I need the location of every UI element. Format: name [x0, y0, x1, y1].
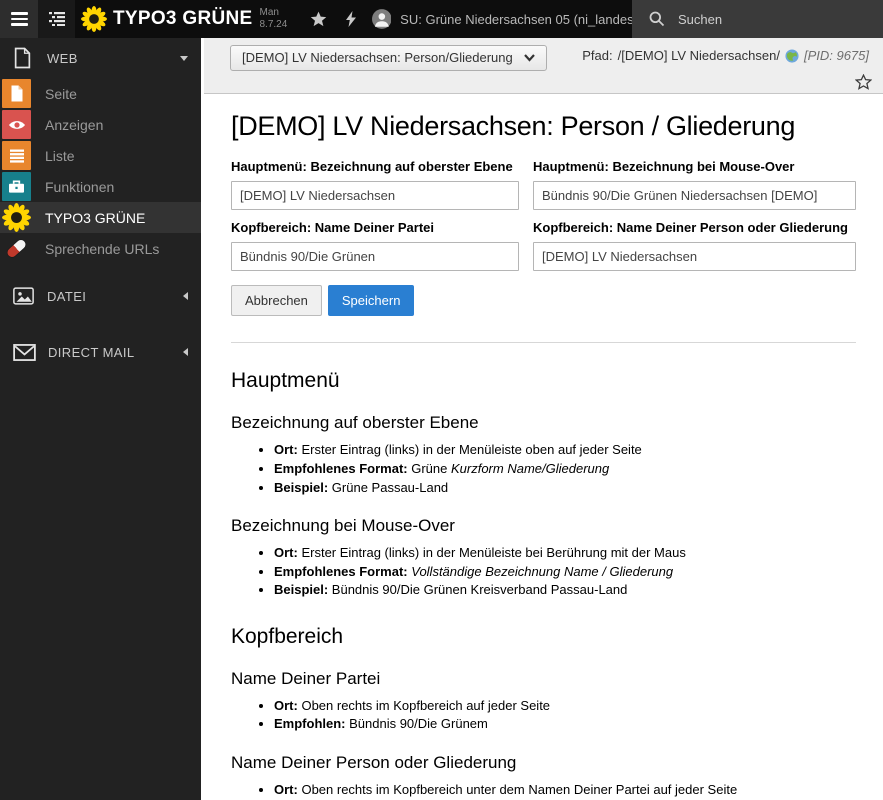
- page-module-icon: [2, 79, 31, 108]
- field-label: Kopfbereich: Name Deiner Person oder Gli…: [533, 220, 848, 235]
- favorite-button[interactable]: [854, 73, 873, 90]
- sidebar-section-direct-mail[interactable]: DIRECT MAIL: [0, 332, 201, 372]
- chevron-down-icon: [180, 55, 188, 61]
- chevron-down-icon: [523, 53, 535, 62]
- page-title: [DEMO] LV Niedersachsen: Person / Gliede…: [231, 111, 796, 141]
- sidebar-item-seite[interactable]: Seite: [0, 78, 201, 109]
- sidebar-item-liste[interactable]: Liste: [0, 140, 201, 171]
- section-title: Kopfbereich: [231, 624, 344, 648]
- clear-cache-button[interactable]: [335, 11, 368, 27]
- path-value[interactable]: /[DEMO] LV Niedersachsen/: [618, 48, 780, 63]
- sunflower-module-icon: [2, 203, 31, 232]
- hamburger-icon: [10, 17, 28, 21]
- sidebar-section-web[interactable]: WEB: [0, 38, 201, 78]
- menu-toggle-button[interactable]: [0, 0, 38, 38]
- envelope-icon: [13, 343, 36, 361]
- chevron-left-icon: [183, 292, 188, 300]
- sidebar-section-datei[interactable]: DATEI: [0, 276, 201, 316]
- chevron-left-icon: [183, 348, 188, 356]
- sidebar-section-label: DIRECT MAIL: [48, 344, 135, 360]
- list-item: Ort: Oben rechts im Kopfbereich unter de…: [274, 782, 856, 798]
- image-icon: [13, 287, 34, 305]
- list-module-icon: [2, 141, 31, 170]
- bullet-list: Ort: Erster Eintrag (links) in der Menül…: [231, 545, 856, 599]
- star-icon: [310, 11, 326, 27]
- sidebar-item-anzeigen[interactable]: Anzeigen: [0, 109, 201, 140]
- breadcrumb: Pfad: /[DEMO] LV Niedersachsen/ [PID: 96…: [582, 45, 871, 63]
- section-title: Hauptmenü: [231, 369, 340, 392]
- bookmarks-button[interactable]: [302, 11, 335, 27]
- section-kopfbereich: Kopfbereich Name Deiner Partei Ort: Oben…: [231, 625, 856, 800]
- divider: [231, 342, 856, 343]
- field-label: Hauptmenü: Bezeichnung bei Mouse-Over: [533, 159, 795, 174]
- view-module-icon: [2, 110, 31, 139]
- typo3-backend: TYPO3 GRÜNE Man 8.7.24 SU: Grüne Nieders…: [0, 0, 883, 800]
- search-icon: [649, 11, 665, 27]
- module-body: [DEMO] LV Niedersachsen: Person / Gliede…: [204, 111, 883, 800]
- subsection-title: Bezeichnung auf oberster Ebene: [231, 413, 479, 432]
- input-hauptmenu-mouse-over[interactable]: [533, 181, 856, 210]
- app-logo[interactable]: TYPO3 GRÜNE: [75, 6, 260, 32]
- input-hauptmenu-oberste-ebene[interactable]: [231, 181, 519, 210]
- sidebar-section-label: WEB: [47, 50, 78, 66]
- page-selector-label: [DEMO] LV Niedersachsen: Person/Gliederu…: [242, 50, 513, 65]
- list-item: Empfohlenes Format: Vollständige Bezeich…: [274, 564, 856, 580]
- path-label: Pfad:: [582, 48, 613, 63]
- hamburger-icon: [10, 23, 28, 26]
- sidebar-item-sprechende-urls[interactable]: Sprechende URLs: [0, 233, 201, 264]
- list-item: Empfohlen: Bündnis 90/Die Grünem: [274, 716, 856, 732]
- module-sidebar: WEB Seite Anzeigen Liste Funktionen TYPO…: [0, 38, 201, 800]
- search-label: Suchen: [678, 11, 723, 27]
- bullet-list: Ort: Oben rechts im Kopfbereich unter de…: [231, 782, 856, 800]
- pill-icon: [2, 234, 31, 263]
- username-label: SU: Grüne Niedersachsen 05 (ni_landesver…: [400, 11, 632, 27]
- bullet-list: Ort: Oben rechts im Kopfbereich auf jede…: [231, 698, 856, 733]
- list-item: Beispiel: Bündnis 90/Die Grünen Kreisver…: [274, 582, 856, 598]
- search-bar[interactable]: Suchen: [632, 0, 883, 38]
- sidebar-item-funktionen[interactable]: Funktionen: [0, 171, 201, 202]
- document-outline-icon: [14, 47, 31, 69]
- form-field: Hauptmenü: Bezeichnung bei Mouse-Over: [533, 159, 856, 210]
- user-menu[interactable]: SU: Grüne Niedersachsen 05 (ni_landesver…: [371, 6, 632, 32]
- subsection-title: Name Deiner Partei: [231, 668, 381, 688]
- page-selector-dropdown[interactable]: [DEMO] LV Niedersachsen: Person/Gliederu…: [230, 45, 547, 71]
- field-label: Kopfbereich: Name Deiner Partei: [231, 220, 435, 235]
- bullet-list: Ort: Erster Eintrag (links) in der Menül…: [231, 442, 856, 496]
- lightning-bolt-icon: [346, 11, 356, 27]
- module-menu-collapse-button[interactable]: [38, 0, 75, 38]
- save-button[interactable]: Speichern: [327, 285, 415, 316]
- topbar-main-area: TYPO3 GRÜNE Man 8.7.24 SU: Grüne Nieders…: [75, 0, 632, 38]
- section-hauptmenu: Hauptmenü Bezeichnung auf oberster Ebene…: [231, 369, 856, 599]
- pid-label: [PID: 9675]: [803, 48, 869, 63]
- cancel-button[interactable]: Abbrechen: [231, 285, 322, 316]
- settings-form: Hauptmenü: Bezeichnung auf oberster Eben…: [231, 159, 856, 271]
- list-item: Ort: Erster Eintrag (links) in der Menül…: [274, 442, 856, 458]
- input-kopfbereich-partei[interactable]: [231, 242, 519, 271]
- topbar: TYPO3 GRÜNE Man 8.7.24 SU: Grüne Nieders…: [0, 0, 883, 38]
- form-field: Kopfbereich: Name Deiner Partei: [231, 220, 519, 271]
- list-tree-icon: [48, 12, 65, 26]
- hamburger-icon: [10, 12, 28, 15]
- sidebar-item-typo3-gruene[interactable]: TYPO3 GRÜNE: [0, 202, 201, 233]
- form-field: Kopfbereich: Name Deiner Person oder Gli…: [533, 220, 856, 271]
- brand-title: TYPO3 GRÜNE: [113, 8, 253, 29]
- subsection-title: Bezeichnung bei Mouse-Over: [231, 515, 455, 535]
- list-item: Empfohlenes Format: Grüne Kurzform Name/…: [274, 461, 856, 477]
- docheader: [DEMO] LV Niedersachsen: Person/Gliederu…: [204, 38, 883, 94]
- functions-module-icon: [2, 172, 31, 201]
- sunflower-icon: [81, 6, 107, 32]
- form-field: Hauptmenü: Bezeichnung auf oberster Eben…: [231, 159, 519, 210]
- globe-icon: [785, 48, 799, 63]
- user-avatar-icon: [371, 9, 392, 29]
- list-item: Beispiel: Grüne Passau-Land: [274, 480, 856, 496]
- subsection-title: Name Deiner Person oder Gliederung: [231, 752, 517, 772]
- list-item: Ort: Oben rechts im Kopfbereich auf jede…: [274, 698, 856, 714]
- content-area: [DEMO] LV Niedersachsen: Person/Gliederu…: [201, 38, 883, 800]
- field-label: Hauptmenü: Bezeichnung auf oberster Eben…: [231, 159, 513, 174]
- sidebar-section-label: DATEI: [47, 288, 87, 304]
- list-item: Ort: Erster Eintrag (links) in der Menül…: [274, 545, 856, 561]
- star-outline-icon: [854, 73, 873, 90]
- version-label: Man 8.7.24: [259, 6, 288, 31]
- input-kopfbereich-person-gliederung[interactable]: [533, 242, 856, 271]
